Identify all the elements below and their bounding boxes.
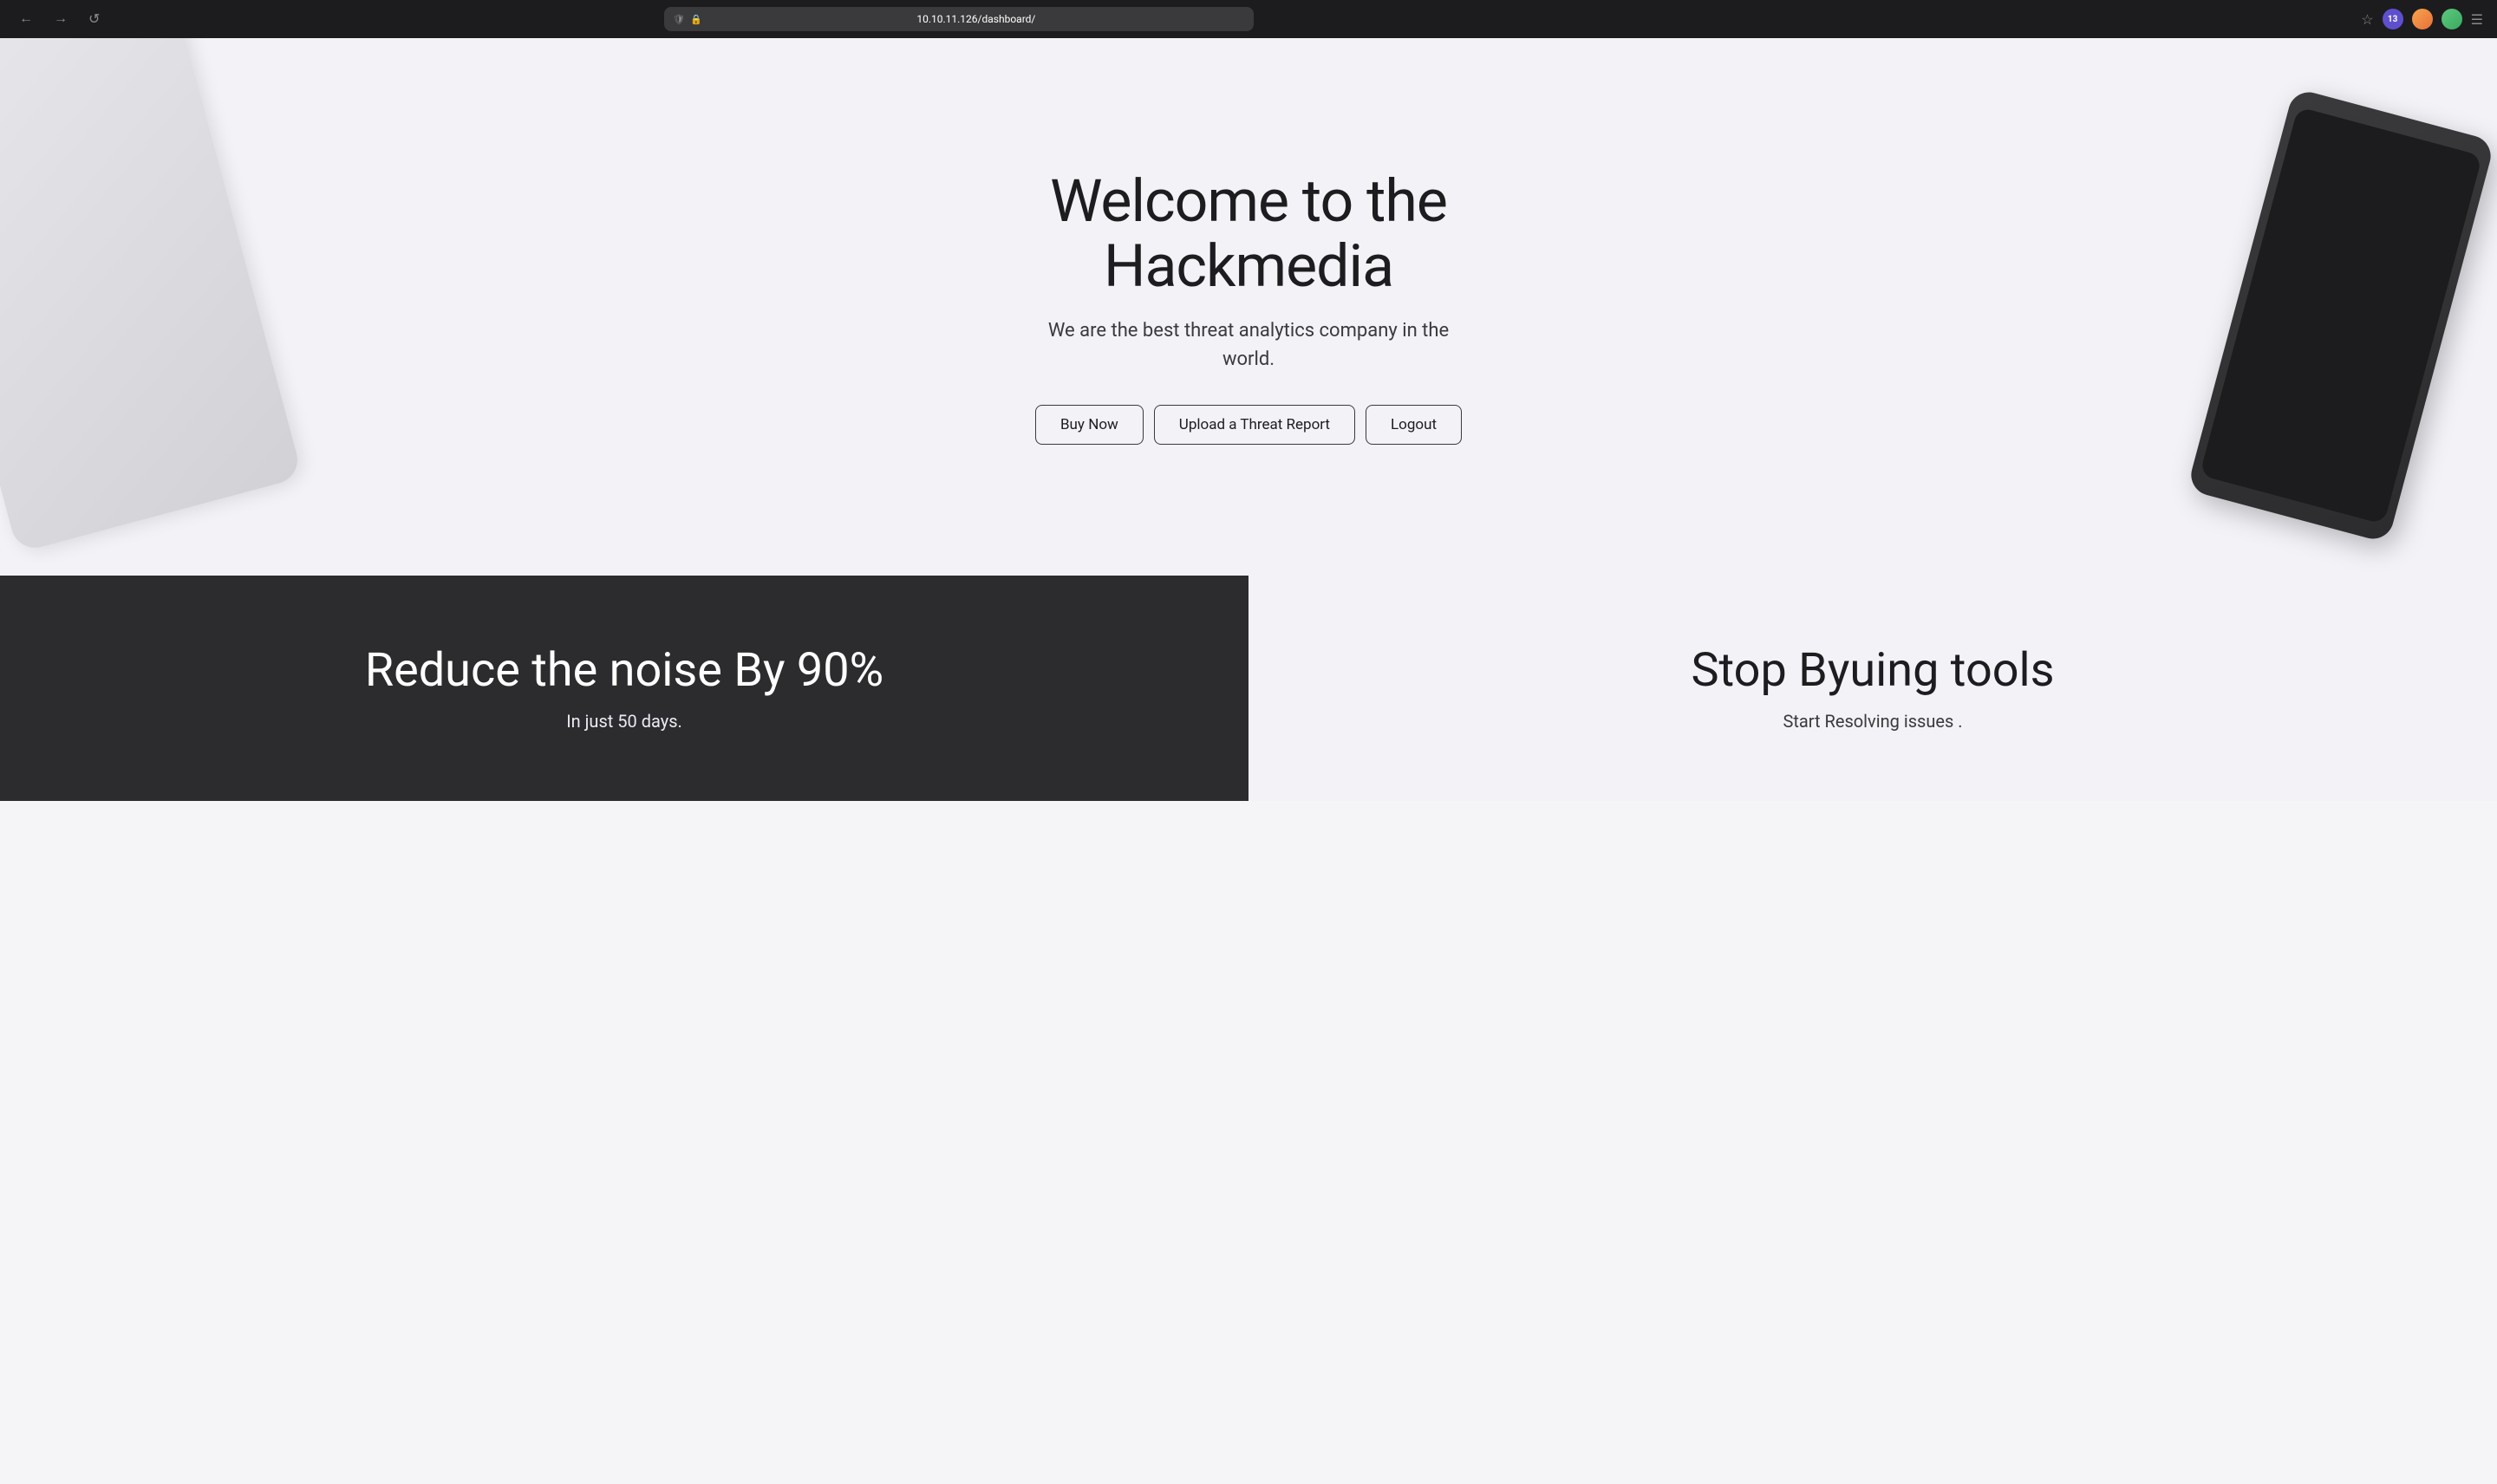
hero-section: Welcome to the Hackmedia We are the best… [0, 38, 2497, 576]
hero-buttons: Buy Now Upload a Threat Report Logout [1035, 405, 1462, 445]
address-bar[interactable]: 🛡 🔒 10.10.11.126/dashboard/ [664, 7, 1254, 31]
logout-button[interactable]: Logout [1366, 405, 1462, 445]
forward-button[interactable]: → [49, 8, 73, 30]
upload-threat-report-button[interactable]: Upload a Threat Report [1154, 405, 1355, 445]
lock-icon: 🔒 [690, 14, 702, 25]
hero-title: Welcome to the Hackmedia [1035, 169, 1462, 299]
phone-decoration [2187, 88, 2495, 543]
dark-card: Reduce the noise By 90% In just 50 days. [0, 576, 1248, 801]
tablet-decoration [0, 38, 303, 553]
phone-screen [2200, 107, 2482, 524]
dark-card-title: Reduce the noise By 90% [365, 645, 883, 696]
light-card-title: Stop Byuing tools [1691, 645, 2054, 696]
hero-subtitle: We are the best threat analytics company… [1040, 316, 1457, 374]
avatar-orange[interactable] [2412, 9, 2433, 29]
browser-chrome: ← → ↺ 🛡 🔒 10.10.11.126/dashboard/ ☆ 13 ☰ [0, 0, 2497, 38]
star-icon[interactable]: ☆ [2361, 11, 2373, 28]
menu-icon[interactable]: ☰ [2471, 11, 2483, 28]
hero-content: Welcome to the Hackmedia We are the best… [1018, 134, 1479, 479]
bottom-row: Reduce the noise By 90% In just 50 days.… [0, 576, 2497, 801]
back-button[interactable]: ← [14, 8, 38, 30]
avatar-green[interactable] [2442, 9, 2462, 29]
dark-card-subtitle: In just 50 days. [566, 711, 682, 732]
light-card-subtitle: Start Resolving issues . [1783, 711, 1962, 732]
refresh-button[interactable]: ↺ [83, 7, 105, 31]
url-text: 10.10.11.126/dashboard/ [707, 13, 1245, 25]
shield-icon: 🛡 [673, 14, 685, 25]
light-card: Stop Byuing tools Start Resolving issues… [1248, 576, 2497, 801]
browser-right-controls: ☆ 13 ☰ [2361, 9, 2483, 29]
buy-now-button[interactable]: Buy Now [1035, 405, 1144, 445]
profile-badge[interactable]: 13 [2383, 9, 2403, 29]
